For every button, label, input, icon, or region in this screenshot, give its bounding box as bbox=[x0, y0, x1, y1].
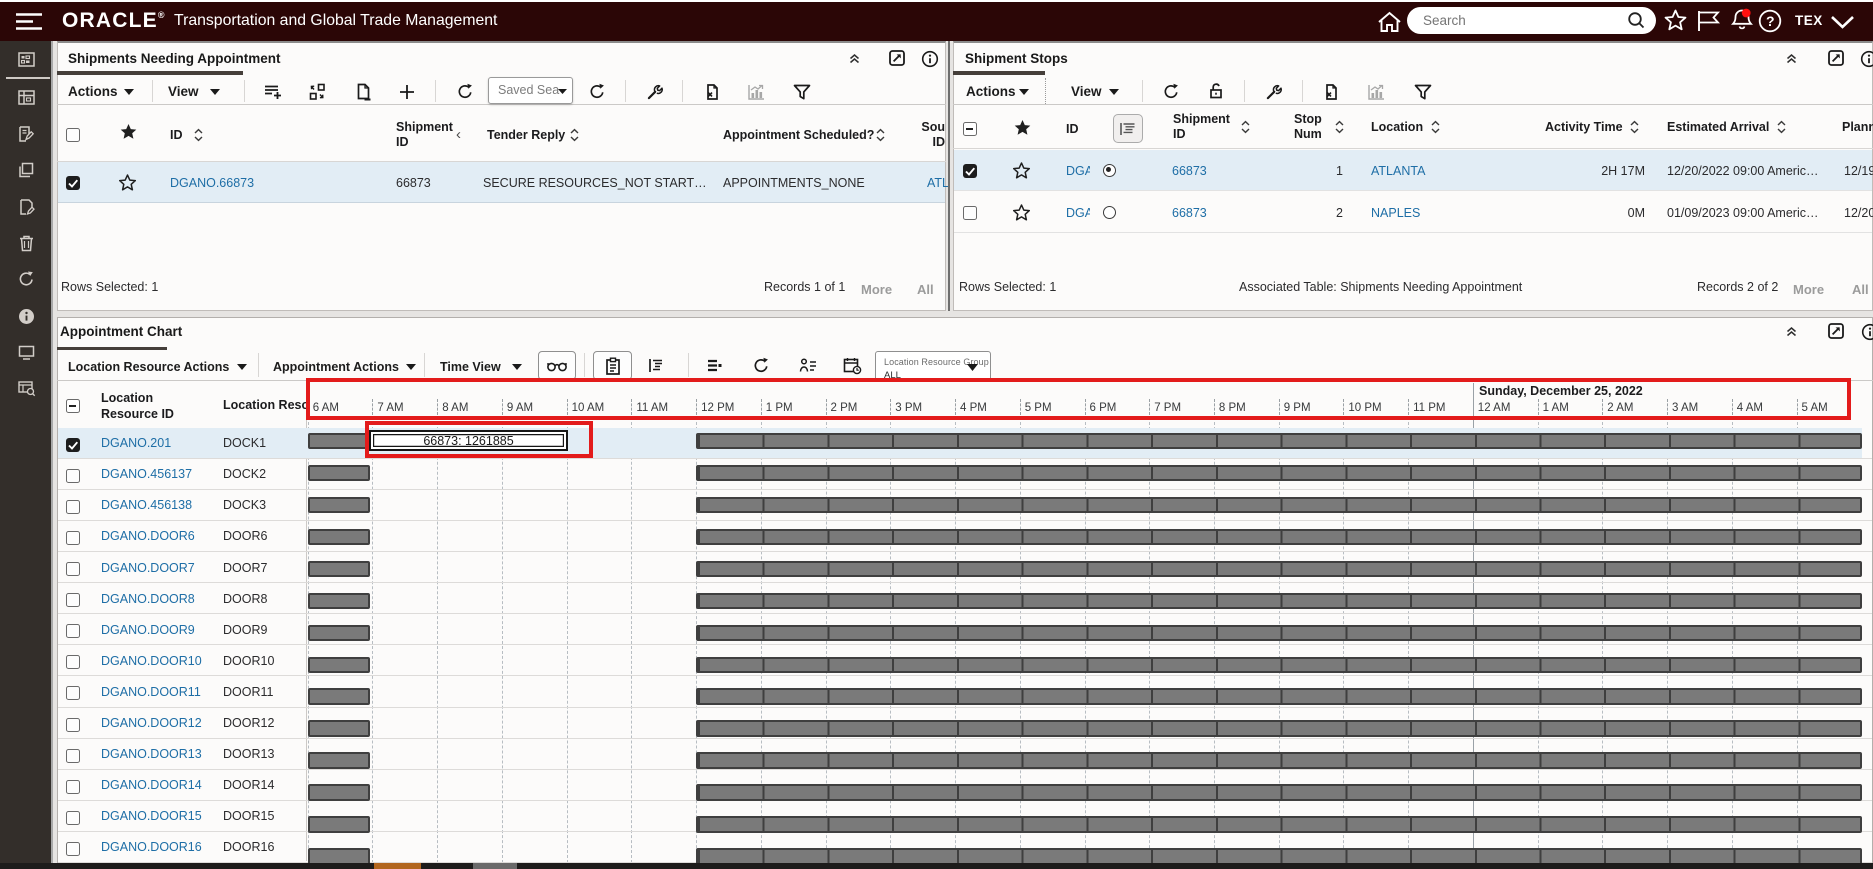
svg-text:?: ? bbox=[1766, 13, 1775, 29]
